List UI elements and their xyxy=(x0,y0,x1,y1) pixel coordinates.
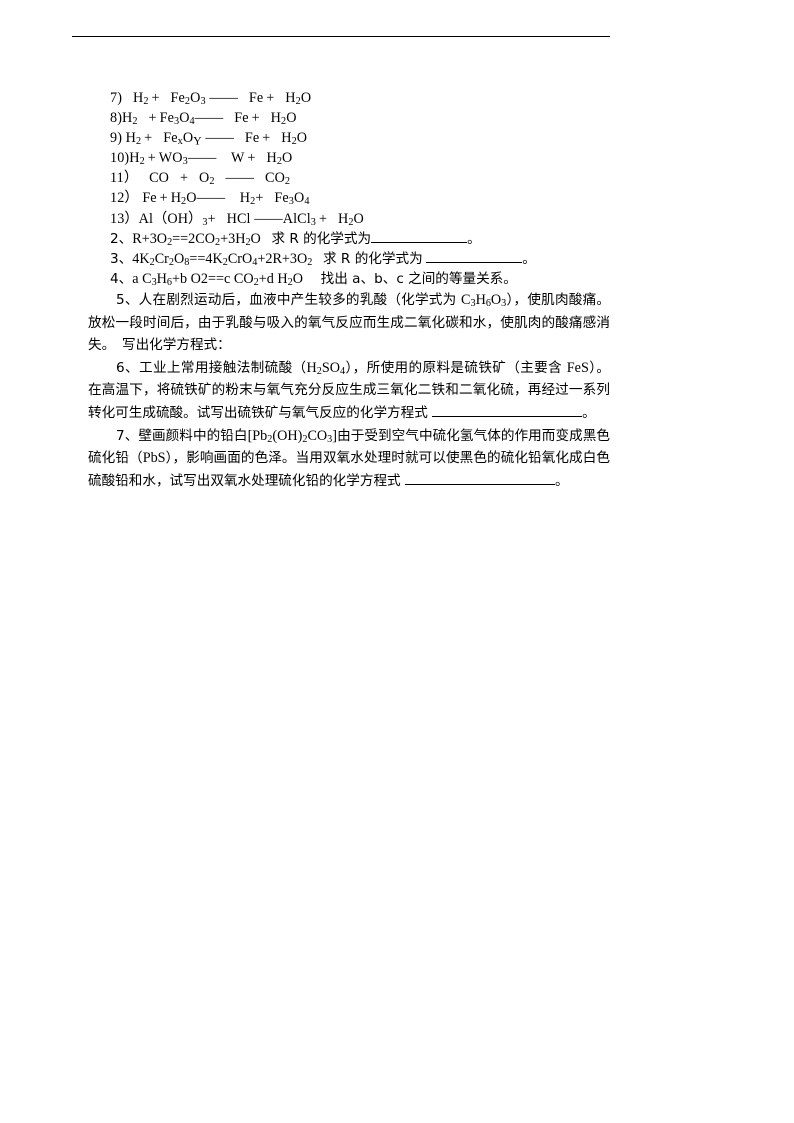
answer-blank-q3[interactable] xyxy=(426,261,523,263)
equation-line-11: 11） CO + O2 —— CO2 xyxy=(110,170,291,188)
equation-line-10: 10)H2 + WO3—— W + H2O xyxy=(110,150,293,168)
question-paragraph-7: 7、壁画颜料中的铅白[Pb2(OH)2CO3]由于受到空气中硫化氢气体的作用而变… xyxy=(88,427,611,489)
question-line-2: 2、R+3O2==2CO2+3H2O 求 R 的化学式为。 xyxy=(110,230,481,248)
question-paragraph-5: 5、人在剧烈运动后，血液中产生较多的乳酸（化学式为 C3H6O3），使肌肉酸痛。… xyxy=(88,291,611,354)
answer-blank-q2[interactable] xyxy=(371,241,468,243)
equation-line-7: 7) H2 + Fe2O3 —— Fe + H2O xyxy=(110,90,312,108)
question-paragraph-6: 6、工业上常用接触法制硫酸（H2SO4），所使用的原料是硫铁矿（主要含 FeS）… xyxy=(88,359,610,421)
equation-line-12: 12） Fe + H2O—— H2+ Fe3O4 xyxy=(110,190,310,208)
equation-line-8: 8)H2 + Fe3O4—— Fe + H2O xyxy=(110,110,297,128)
answer-blank-q7[interactable] xyxy=(404,483,555,485)
document-page: 7) H2 + Fe2O3 —— Fe + H2O 8)H2 + Fe3O4——… xyxy=(0,0,794,1123)
document-content: 7) H2 + Fe2O3 —— Fe + H2O 8)H2 + Fe3O4——… xyxy=(88,88,610,492)
question-line-4: 4、a C3H6+b O2==c CO2+d H2O 找出 a、b、c 之间的等… xyxy=(110,270,517,289)
equation-line-9: 9) H2 + FexOY —— Fe + H2O xyxy=(110,130,308,148)
equation-line-13: 13）Al（OH）3+ HCl ——AlCl3 + H2O xyxy=(110,210,364,228)
question-line-3: 3、4K2Cr2O8==4K2CrO4+2R+3O2 求 R 的化学式为 。 xyxy=(110,250,536,268)
header-horizontal-rule xyxy=(72,36,610,37)
answer-blank-q6[interactable] xyxy=(432,415,583,417)
